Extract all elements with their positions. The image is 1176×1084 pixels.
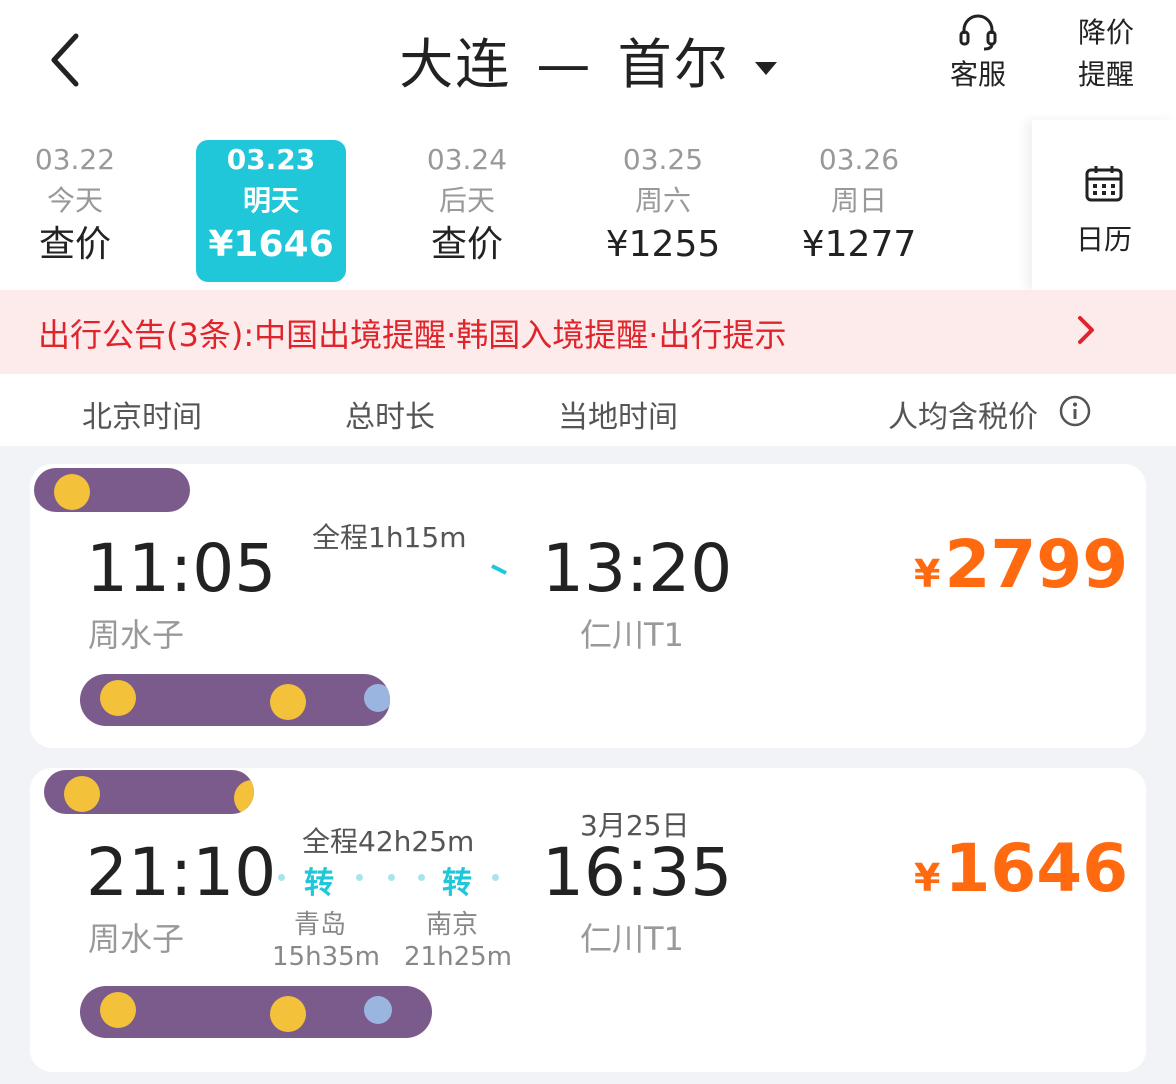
date-selector: 03.22 今天 查价 03.23 明天 ¥1646 03.24 后天 查价 0…	[0, 120, 1176, 290]
sort-local-time[interactable]: 当地时间	[558, 392, 678, 436]
date-price: ¥1277	[801, 224, 917, 265]
sort-price[interactable]: 人均含税价	[888, 392, 1038, 436]
price-alert-label-line2: 提醒	[1077, 58, 1134, 91]
departure-time: 11:05	[86, 530, 277, 607]
price-alert-label-line1: 降价	[1077, 16, 1134, 49]
date-label: 03.22	[34, 143, 116, 176]
departure-airport: 周水子	[88, 616, 185, 654]
weekday-label: 周六	[634, 184, 691, 217]
route-dot	[388, 874, 395, 881]
date-label: 03.26	[818, 143, 900, 176]
date-price: ¥1255	[605, 224, 721, 265]
flight-card[interactable]: 21:10 周水子 全程42h25m 转 转 青岛 15h35m 南京 21h2…	[30, 768, 1146, 1072]
stop-city: 青岛	[294, 910, 347, 940]
date-price: 查价	[38, 224, 111, 265]
currency-symbol: ¥	[914, 856, 941, 900]
arrival-time: 16:35	[542, 834, 733, 911]
customer-service-label: 客服	[949, 58, 1006, 91]
price-value: 1646	[944, 830, 1129, 907]
date-tab-0323[interactable]: 03.23 明天 ¥1646	[196, 140, 346, 282]
weekday-label: 周日	[830, 184, 887, 217]
flight-card[interactable]: 11:05 周水子 全程1h15m 13:20 仁川T1 ¥2799	[30, 464, 1146, 748]
sort-duration[interactable]: 总时长	[345, 392, 435, 436]
price-alert-button[interactable]: 降价 提醒	[1068, 12, 1144, 96]
calendar-label: 日历	[1075, 223, 1132, 256]
chevron-right-icon	[1072, 312, 1100, 352]
calendar-button[interactable]: 日历	[1032, 120, 1176, 290]
redaction-mark	[44, 770, 254, 814]
route-separator: —	[536, 33, 593, 96]
weekday-label: 今天	[46, 184, 103, 217]
customer-service-button[interactable]: 客服	[940, 12, 1016, 96]
currency-symbol: ¥	[914, 552, 941, 596]
weekday-label: 明天	[242, 184, 299, 217]
route-dot	[492, 874, 499, 881]
destination-city: 首尔	[617, 33, 730, 96]
date-label: 03.23	[226, 143, 316, 176]
stop-city: 南京	[426, 910, 479, 940]
date-tab-0324[interactable]: 03.24 后天 查价	[392, 140, 542, 282]
stop-layover: 21h25m	[404, 942, 512, 972]
transfer-badge: 转	[304, 866, 334, 901]
headset-icon	[940, 12, 1016, 54]
flight-duration: 全程1h15m	[312, 521, 467, 554]
price-value: 2799	[944, 526, 1129, 603]
info-icon[interactable]	[1058, 394, 1092, 436]
redaction-mark	[80, 986, 432, 1038]
flight-price: ¥2799	[914, 526, 1128, 603]
date-tab-0325[interactable]: 03.25 周六 ¥1255	[588, 140, 738, 282]
stop-layover: 15h35m	[272, 942, 380, 972]
calendar-icon	[1084, 164, 1124, 208]
travel-notice-text: 出行公告(3条):中国出境提醒·韩国入境提醒·出行提示	[38, 316, 787, 354]
arrival-airport: 仁川T1	[580, 616, 684, 654]
route-arrow	[270, 564, 510, 584]
redaction-mark	[80, 674, 390, 726]
date-price: ¥1646	[208, 224, 334, 265]
route-dot	[418, 874, 425, 881]
travel-notice-bar[interactable]: 出行公告(3条):中国出境提醒·韩国入境提醒·出行提示	[0, 290, 1176, 374]
transfer-badge: 转	[442, 866, 472, 901]
date-tab-0322[interactable]: 03.22 今天 查价	[0, 140, 150, 282]
date-label: 03.25	[622, 143, 704, 176]
date-price: 查价	[430, 224, 503, 265]
route-dot	[278, 874, 285, 881]
flight-price: ¥1646	[914, 830, 1128, 907]
origin-city: 大连	[399, 33, 512, 96]
arrival-airport: 仁川T1	[580, 920, 684, 958]
flight-duration: 全程42h25m	[302, 825, 475, 858]
departure-airport: 周水子	[88, 920, 185, 958]
dropdown-caret-icon	[754, 61, 777, 75]
date-tab-0326[interactable]: 03.26 周日 ¥1277	[784, 140, 934, 282]
top-header: 大连 — 首尔 客服 降价 提醒	[0, 0, 1176, 120]
date-label: 03.24	[426, 143, 508, 176]
weekday-label: 后天	[438, 184, 495, 217]
sort-beijing-time[interactable]: 北京时间	[82, 392, 202, 436]
redaction-mark	[34, 468, 190, 512]
route-dot	[356, 874, 363, 881]
departure-time: 21:10	[86, 834, 277, 911]
arrival-time: 13:20	[542, 530, 733, 607]
sort-bar: 北京时间 总时长 当地时间 人均含税价	[0, 374, 1176, 446]
